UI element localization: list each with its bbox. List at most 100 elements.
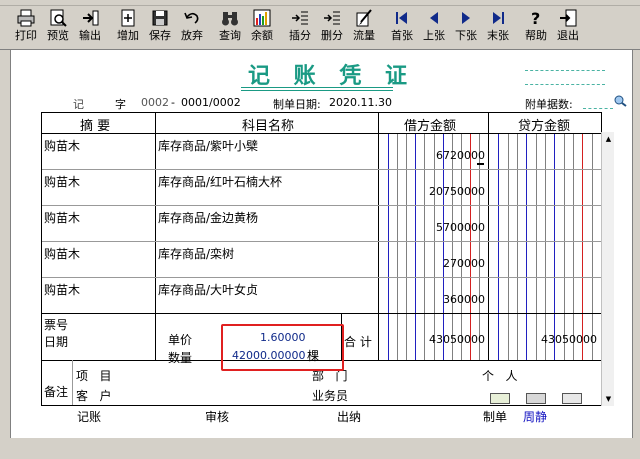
row-1-account[interactable]: 库存商品/紫叶小檗 — [158, 137, 258, 154]
insert-entry-icon — [291, 9, 309, 27]
toolbar: 打印 预览 输出 增加 保存 放弃 查询 余额 插分 删分 流量 首张 上张 下… — [0, 6, 640, 50]
divider-debit-credit — [488, 113, 489, 360]
ledger-column-line — [498, 133, 500, 360]
title-underline — [241, 87, 393, 88]
voucher-date[interactable]: 2020.11.30 — [329, 96, 392, 109]
next-page-icon — [457, 9, 475, 27]
total-label: 合 计 — [344, 335, 372, 349]
printer-small-icon[interactable] — [526, 393, 546, 404]
ledger-column-line — [545, 133, 546, 360]
printer-icon — [17, 9, 35, 27]
ledger-column-line — [388, 133, 390, 360]
header-dotted-line — [525, 70, 605, 71]
row-2-account[interactable]: 库存商品/红叶石楠大杯 — [158, 173, 282, 190]
note-label: 备注 — [44, 385, 69, 399]
first-page-button[interactable]: 首张 — [386, 6, 418, 48]
last-page-button[interactable]: 末张 — [482, 6, 514, 48]
save-button[interactable]: 保存 — [144, 6, 176, 48]
discard-button[interactable]: 放弃 — [176, 6, 208, 48]
insert-entry-button[interactable]: 插分 — [284, 6, 316, 48]
col-header-summary: 摘 要 — [80, 119, 111, 134]
voucher-type[interactable]: 记 — [73, 96, 84, 112]
undo-icon — [183, 9, 201, 27]
cashier-label: 出纳 — [337, 410, 362, 424]
row-4-debit[interactable]: 270000 — [379, 257, 485, 270]
row-3-summary[interactable]: 购苗木 — [44, 209, 80, 226]
next-page-button[interactable]: 下张 — [450, 6, 482, 48]
balance-label: 余额 — [251, 29, 273, 42]
status-area — [0, 438, 640, 459]
row-2-debit[interactable]: 20750000 — [379, 185, 485, 198]
voucher-number-dash: - — [171, 96, 175, 109]
cashflow-button[interactable]: 流量 — [348, 6, 380, 48]
row-line-1 — [42, 169, 601, 170]
cashflow-label: 流量 — [353, 29, 375, 42]
note-divider — [72, 360, 73, 405]
quantity-label: 数量 — [168, 351, 193, 365]
cashflow-icon — [355, 9, 373, 27]
row-line-5 — [42, 313, 601, 314]
insert-entry-label: 插分 — [289, 29, 311, 42]
binoculars-icon — [221, 9, 239, 27]
card-icon[interactable] — [490, 393, 510, 404]
project-label: 项 目 — [76, 369, 112, 383]
row-3-debit[interactable]: 5700000 — [379, 221, 485, 234]
exit-button[interactable]: 退出 — [552, 6, 584, 48]
ledger-column-line — [507, 133, 509, 360]
bookkeeper-label: 记账 — [77, 410, 102, 424]
row-line-2 — [42, 205, 601, 206]
prev-page-button[interactable]: 上张 — [418, 6, 450, 48]
prev-page-icon — [425, 9, 443, 27]
scroll-down-icon[interactable]: ▼ — [602, 392, 615, 405]
row-1-debit[interactable]: 6720000 — [379, 149, 485, 162]
delete-entry-label: 删分 — [321, 29, 343, 42]
row-1-summary[interactable]: 购苗木 — [44, 137, 80, 154]
scroll-up-icon[interactable]: ▲ — [602, 132, 615, 145]
save-icon — [151, 9, 169, 27]
row-4-summary[interactable]: 购苗木 — [44, 245, 80, 262]
ledger-column-line — [415, 133, 417, 360]
customer-label: 客 户 — [76, 389, 112, 403]
row-2-summary[interactable]: 购苗木 — [44, 173, 80, 190]
ledger-column-line — [582, 133, 584, 360]
add-label: 增加 — [117, 29, 139, 42]
ledger-column-line — [442, 133, 444, 360]
voucher-title: 记 账 凭 证 — [248, 63, 415, 89]
export-button[interactable]: 输出 — [74, 6, 106, 48]
first-page-icon — [393, 9, 411, 27]
row-5-summary[interactable]: 购苗木 — [44, 281, 80, 298]
attachments-field[interactable] — [583, 108, 613, 109]
exit-icon — [559, 9, 577, 27]
ledger-column-line — [469, 133, 471, 360]
ledger-column-line — [478, 133, 480, 360]
vertical-scrollbar[interactable]: ▲ ▼ — [601, 132, 614, 406]
help-button[interactable]: ? 帮助 — [520, 6, 552, 48]
preview-icon — [49, 9, 67, 27]
scanner-icon[interactable] — [562, 393, 582, 404]
add-button[interactable]: 增加 — [112, 6, 144, 48]
ledger-column-line — [591, 133, 593, 360]
highlight-annotation-box — [221, 324, 344, 371]
header-dotted-line-2 — [525, 84, 605, 85]
voucher-number-prefix[interactable]: 0002 — [141, 96, 169, 109]
voucher-number: 0001/0002 — [181, 96, 241, 109]
row-5-account[interactable]: 库存商品/大叶女贞 — [158, 281, 258, 298]
attachments-label: 附单据数: — [525, 98, 573, 111]
prev-page-label: 上张 — [423, 29, 445, 42]
row-line-3 — [42, 241, 601, 242]
print-button[interactable]: 打印 — [10, 6, 42, 48]
delete-entry-button[interactable]: 删分 — [316, 6, 348, 48]
preview-button[interactable]: 预览 — [42, 6, 74, 48]
salesman-label: 业务员 — [312, 389, 349, 403]
col-header-debit: 借方金额 — [404, 119, 457, 134]
delete-entry-icon — [323, 9, 341, 27]
ledger-column-line — [424, 133, 426, 360]
row-4-account[interactable]: 库存商品/栾树 — [158, 245, 234, 262]
row-5-debit[interactable]: 360000 — [379, 293, 485, 306]
magnifier-icon[interactable] — [613, 95, 627, 107]
balance-button[interactable]: 余额 — [246, 6, 278, 48]
row-3-account[interactable]: 库存商品/金边黄杨 — [158, 209, 258, 226]
query-button[interactable]: 查询 — [214, 6, 246, 48]
review-label: 审核 — [205, 410, 230, 424]
col-header-credit: 贷方金额 — [518, 119, 571, 134]
